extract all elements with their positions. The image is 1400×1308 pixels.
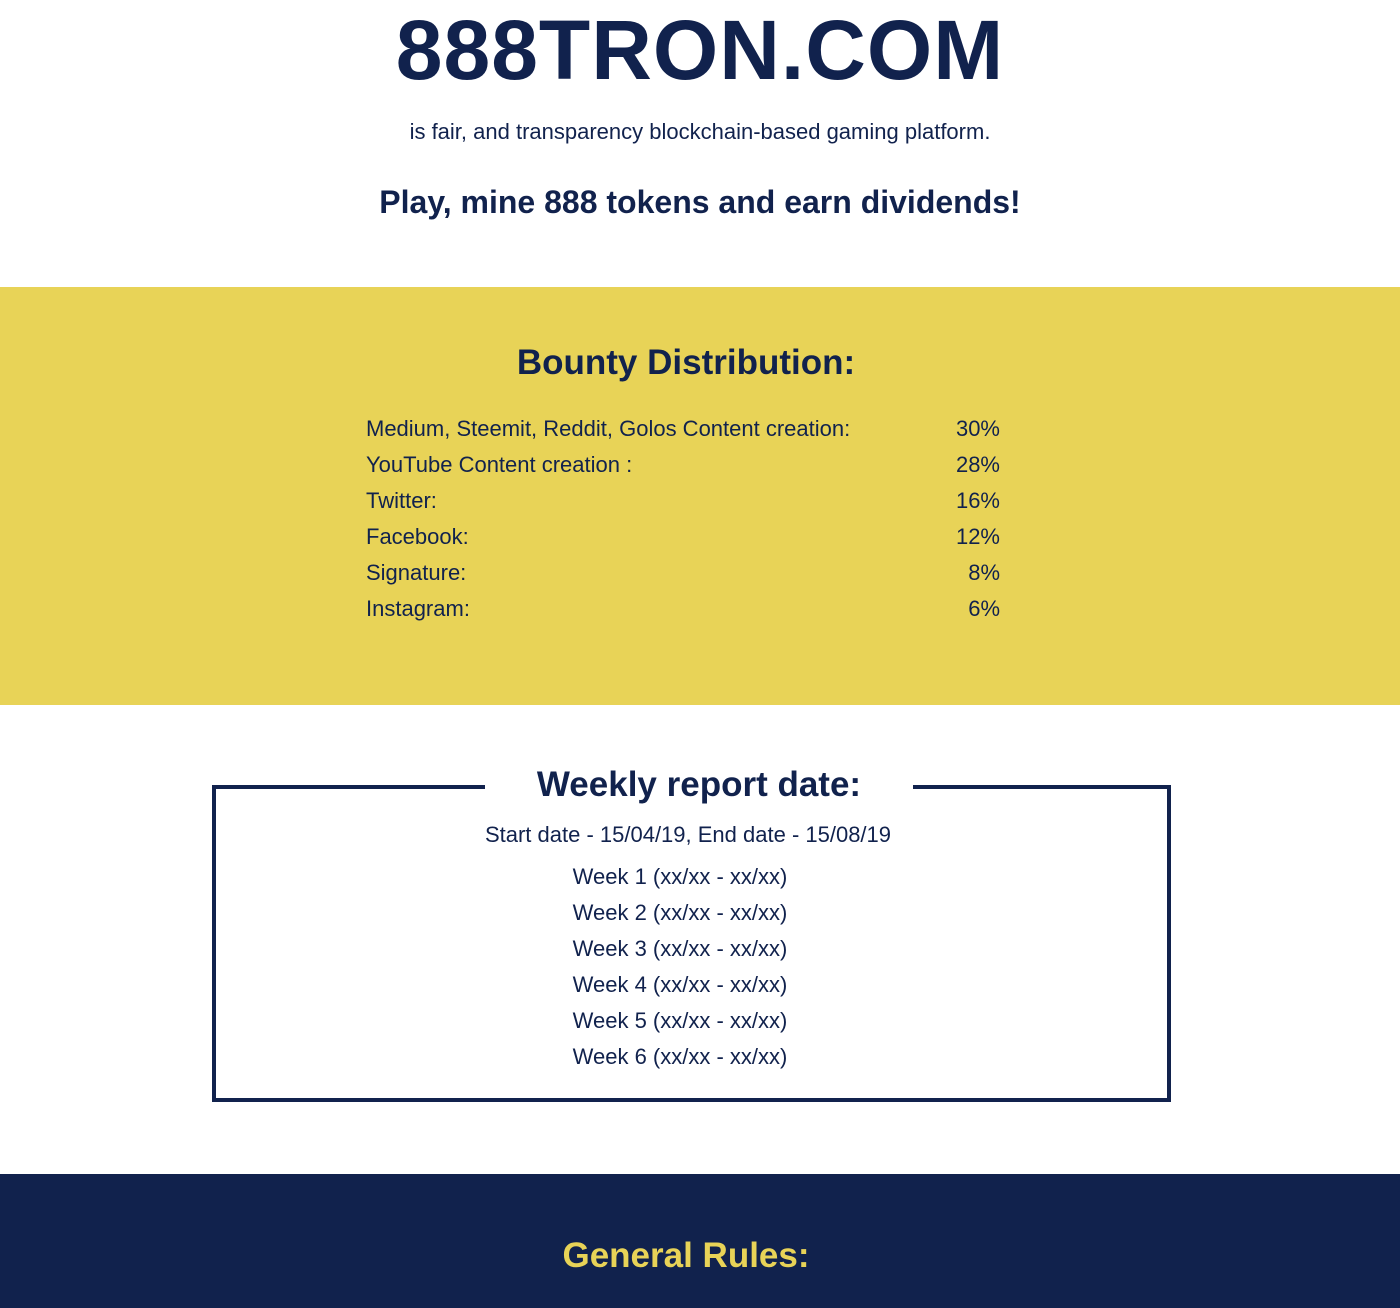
bounty-row: Twitter: 16% — [366, 483, 1000, 519]
hero-section: 888TRON.COM is fair, and transparency bl… — [0, 0, 1400, 287]
bounty-row: Signature: 8% — [366, 555, 1000, 591]
general-rules-title: General Rules: — [562, 1236, 810, 1275]
weekly-date-range: Start date - 15/04/19, End date - 15/08/… — [484, 822, 892, 847]
bounty-percent: 28% — [955, 452, 1000, 477]
bounty-row: Facebook: 12% — [366, 519, 1000, 555]
bounty-percent: 12% — [955, 524, 1000, 549]
bounty-label: Facebook: — [366, 524, 469, 549]
weekly-report-section: Weekly report date: Start date - 15/04/1… — [0, 705, 1400, 1174]
cta-headline: Play, mine 888 tokens and earn dividends… — [379, 184, 1021, 220]
week-item: Week 1 (xx/xx - xx/xx) — [572, 864, 788, 889]
week-item: Week 6 (xx/xx - xx/xx) — [572, 1044, 788, 1069]
bounty-percent: 30% — [955, 416, 1000, 441]
week-item: Week 3 (xx/xx - xx/xx) — [572, 936, 788, 961]
bounty-label: Medium, Steemit, Reddit, Golos Content c… — [366, 416, 851, 441]
bounty-list: Medium, Steemit, Reddit, Golos Content c… — [366, 411, 1000, 627]
tagline: is fair, and transparency blockchain-bas… — [409, 119, 991, 144]
bounty-label: Signature: — [366, 560, 467, 585]
brand-title: 888TRON.COM — [395, 3, 1005, 97]
bounty-percent: 16% — [955, 488, 1000, 513]
bounty-percent: 8% — [968, 560, 1000, 585]
bounty-label: YouTube Content creation : — [366, 452, 633, 477]
bounty-row: Medium, Steemit, Reddit, Golos Content c… — [366, 411, 1000, 447]
bounty-row: Instagram: 6% — [366, 591, 1000, 627]
bounty-percent: 6% — [968, 596, 1000, 621]
week-item: Week 4 (xx/xx - xx/xx) — [572, 972, 788, 997]
week-item: Week 5 (xx/xx - xx/xx) — [572, 1008, 788, 1033]
general-rules-section: General Rules: — [0, 1174, 1400, 1308]
bounty-distribution-section: Bounty Distribution: Medium, Steemit, Re… — [0, 287, 1400, 705]
weekly-report-title: Weekly report date: — [485, 761, 913, 809]
week-item: Week 2 (xx/xx - xx/xx) — [572, 900, 788, 925]
bounty-row: YouTube Content creation : 28% — [366, 447, 1000, 483]
bounty-title: Bounty Distribution: — [516, 343, 856, 382]
bounty-label: Instagram: — [366, 596, 470, 621]
bounty-label: Twitter: — [366, 488, 437, 513]
week-list: Week 1 (xx/xx - xx/xx) Week 2 (xx/xx - x… — [0, 859, 1360, 1075]
